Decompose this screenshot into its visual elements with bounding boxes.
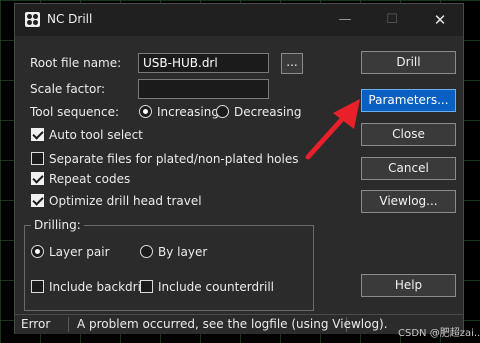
viewlog-button[interactable]: Viewlog... — [361, 190, 456, 213]
include-counterdrill-label[interactable]: Include counterdrill — [158, 280, 274, 294]
watermark-text: CSDN @肥超zai... — [398, 328, 480, 339]
drilling-group-label: Drilling: — [31, 218, 84, 232]
by-layer-radio[interactable] — [140, 245, 153, 258]
status-state: Error — [17, 317, 69, 332]
scale-factor-input[interactable] — [138, 79, 269, 99]
parameters-button[interactable]: Parameters... — [361, 89, 456, 112]
separate-files-checkbox[interactable] — [31, 152, 44, 165]
close-window-button[interactable]: ✕ — [427, 10, 453, 30]
cancel-button[interactable]: Cancel — [361, 157, 456, 180]
status-bar: Error A problem occurred, see the logfil… — [15, 314, 463, 334]
optimize-travel-label[interactable]: Optimize drill head travel — [49, 194, 202, 208]
scale-factor-label: Scale factor: — [30, 82, 106, 96]
increasing-radio[interactable] — [139, 105, 152, 118]
repeat-codes-checkbox[interactable] — [31, 172, 44, 185]
nc-drill-app-icon — [25, 12, 40, 27]
by-layer-label[interactable]: By layer — [158, 245, 207, 259]
decreasing-radio[interactable] — [216, 105, 229, 118]
close-button[interactable]: Close — [361, 123, 456, 146]
increasing-label[interactable]: Increasing — [157, 105, 219, 119]
annotation-arrow — [305, 99, 360, 160]
root-file-label: Root file name: — [30, 56, 122, 70]
title-bar[interactable]: NC Drill — ☐ ✕ — [15, 4, 463, 36]
auto-tool-select-checkbox[interactable] — [31, 128, 44, 141]
include-counterdrill-checkbox[interactable] — [140, 280, 153, 293]
repeat-codes-label[interactable]: Repeat codes — [49, 172, 130, 186]
window-title: NC Drill — [47, 12, 93, 26]
separate-files-label[interactable]: Separate files for plated/non-plated hol… — [49, 152, 299, 166]
drilling-groupbox — [24, 225, 314, 311]
decreasing-label[interactable]: Decreasing — [234, 105, 301, 119]
optimize-travel-checkbox[interactable] — [31, 194, 44, 207]
layer-pair-radio[interactable] — [31, 245, 44, 258]
drill-button[interactable]: Drill — [361, 51, 456, 74]
root-file-input[interactable]: USB-HUB.drl — [138, 53, 269, 73]
maximize-button[interactable]: ☐ — [379, 10, 405, 30]
nc-drill-dialog: NC Drill — ☐ ✕ Root file name: USB-HUB.d… — [14, 3, 464, 334]
include-backdrill-label[interactable]: Include backdrill — [49, 280, 148, 294]
help-button[interactable]: Help — [361, 274, 456, 297]
layer-pair-label[interactable]: Layer pair — [49, 245, 110, 259]
browse-button[interactable]: ... — [281, 53, 303, 74]
status-message: A problem occurred, see the logfile (usi… — [73, 317, 388, 332]
auto-tool-select-label[interactable]: Auto tool select — [49, 128, 143, 142]
tool-sequence-label: Tool sequence: — [30, 105, 119, 119]
include-backdrill-checkbox[interactable] — [31, 280, 44, 293]
minimize-button[interactable]: — — [332, 10, 358, 30]
